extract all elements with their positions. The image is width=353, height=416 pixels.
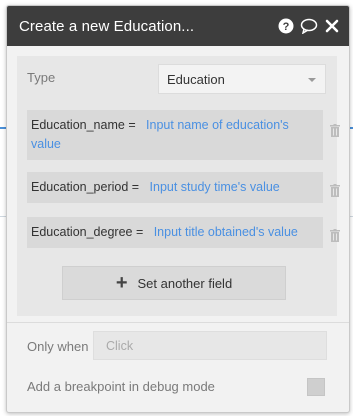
svg-text:?: ? — [283, 21, 290, 33]
comment-icon[interactable] — [300, 17, 318, 35]
set-another-field-button[interactable]: + Set another field — [62, 266, 286, 300]
field-row-education-period[interactable]: Education_period = Input study time's va… — [27, 172, 323, 203]
type-dropdown[interactable]: Education — [158, 64, 326, 94]
field-value[interactable]: Input title obtained's value — [154, 225, 298, 239]
set-another-field-label: Set another field — [137, 275, 233, 291]
field-name: Education_name — [31, 118, 125, 132]
workflow-action-dialog: Create a new Education... ? Type Educati… — [6, 5, 350, 413]
dialog-title: Create a new Education... — [19, 17, 195, 35]
trash-icon[interactable] — [330, 184, 340, 197]
chevron-down-icon — [308, 78, 316, 82]
field-name: Education_period — [31, 180, 129, 194]
field-row-education-degree[interactable]: Education_degree = Input title obtained'… — [27, 217, 323, 248]
trash-icon[interactable] — [330, 229, 340, 242]
close-icon[interactable] — [323, 17, 341, 35]
section-divider — [7, 322, 349, 323]
dialog-titlebar[interactable]: Create a new Education... ? — [7, 6, 349, 46]
field-name: Education_degree — [31, 225, 133, 239]
fields-section: Type Education Education_name = Input na… — [17, 56, 340, 316]
field-operator: = — [128, 118, 136, 132]
only-when-label: Only when — [27, 339, 89, 354]
type-dropdown-value: Education — [167, 71, 225, 87]
field-row-education-name[interactable]: Education_name = Input name of education… — [27, 110, 323, 160]
breakpoint-checkbox[interactable] — [307, 378, 325, 396]
only-when-input[interactable]: Click — [93, 331, 327, 360]
field-value[interactable]: Input study time's value — [150, 180, 280, 194]
trash-icon[interactable] — [330, 124, 340, 137]
field-operator: = — [131, 180, 140, 194]
help-icon[interactable]: ? — [277, 17, 295, 35]
field-operator: = — [135, 225, 144, 239]
type-label: Type — [27, 70, 56, 85]
only-when-placeholder: Click — [106, 338, 134, 353]
plus-icon: + — [115, 272, 128, 294]
breakpoint-label: Add a breakpoint in debug mode — [27, 379, 215, 394]
titlebar-icons: ? — [277, 17, 341, 35]
